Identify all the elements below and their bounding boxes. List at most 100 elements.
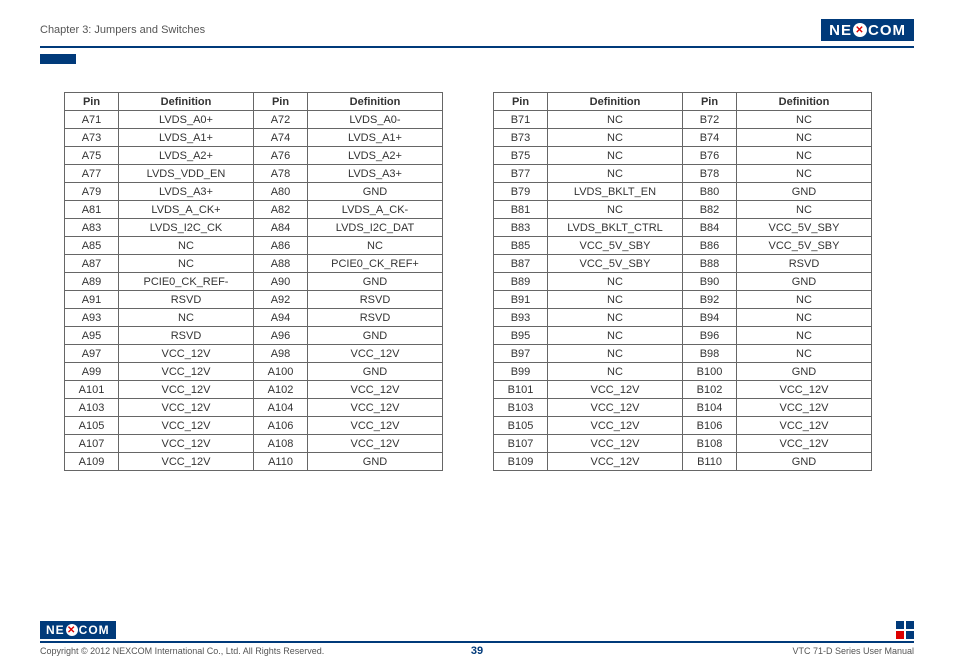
def-cell: NC (119, 309, 254, 327)
page-number: 39 (471, 645, 483, 657)
pin-cell: A82 (254, 201, 308, 219)
def-cell: LVDS_I2C_CK (119, 219, 254, 237)
pin-cell: B78 (683, 165, 737, 183)
th-pin: Pin (254, 93, 308, 111)
def-cell: NC (737, 291, 872, 309)
table-row: A97VCC_12VA98VCC_12V (65, 345, 443, 363)
pin-cell: A105 (65, 417, 119, 435)
table-header-row: Pin Definition Pin Definition (65, 93, 443, 111)
def-cell: VCC_12V (737, 435, 872, 453)
pin-cell: B107 (494, 435, 548, 453)
def-cell: LVDS_A3+ (119, 183, 254, 201)
th-pin: Pin (65, 93, 119, 111)
pin-cell: B98 (683, 345, 737, 363)
header-stub (40, 54, 76, 64)
pin-cell: B108 (683, 435, 737, 453)
def-cell: NC (548, 363, 683, 381)
pin-cell: B110 (683, 453, 737, 471)
def-cell: VCC_12V (119, 381, 254, 399)
def-cell: NC (737, 165, 872, 183)
pin-cell: A84 (254, 219, 308, 237)
table-row: B83LVDS_BKLT_CTRLB84VCC_5V_SBY (494, 219, 872, 237)
brand-logo: NE COM (821, 19, 914, 41)
table-row: A99VCC_12VA100GND (65, 363, 443, 381)
def-cell: PCIE0_CK_REF- (119, 273, 254, 291)
def-cell: LVDS_BKLT_CTRL (548, 219, 683, 237)
pin-cell: B100 (683, 363, 737, 381)
pin-cell: B97 (494, 345, 548, 363)
def-cell: LVDS_A2+ (119, 147, 254, 165)
table-row: A107VCC_12VA108VCC_12V (65, 435, 443, 453)
table-row: B99NCB100GND (494, 363, 872, 381)
pin-cell: A83 (65, 219, 119, 237)
pin-cell: A76 (254, 147, 308, 165)
def-cell: GND (308, 363, 443, 381)
table-row: A109VCC_12VA110GND (65, 453, 443, 471)
def-cell: LVDS_A1+ (308, 129, 443, 147)
pin-cell: A109 (65, 453, 119, 471)
pin-cell: A75 (65, 147, 119, 165)
pin-cell: B99 (494, 363, 548, 381)
table-row: B105VCC_12VB106VCC_12V (494, 417, 872, 435)
pin-cell: B85 (494, 237, 548, 255)
pin-cell: A72 (254, 111, 308, 129)
tables-container: Pin Definition Pin Definition A71LVDS_A0… (40, 92, 914, 471)
pin-cell: A96 (254, 327, 308, 345)
pin-cell: A90 (254, 273, 308, 291)
header-rule (40, 46, 914, 48)
def-cell: VCC_12V (119, 363, 254, 381)
table-row: B75NCB76NC (494, 147, 872, 165)
pin-cell: B89 (494, 273, 548, 291)
table-row: B93NCB94NC (494, 309, 872, 327)
def-cell: NC (548, 165, 683, 183)
table-row: A89PCIE0_CK_REF-A90GND (65, 273, 443, 291)
table-row: B81NCB82NC (494, 201, 872, 219)
pin-cell: B86 (683, 237, 737, 255)
def-cell: RSVD (119, 291, 254, 309)
table-row: B73NCB74NC (494, 129, 872, 147)
pin-cell: A104 (254, 399, 308, 417)
table-row: B87VCC_5V_SBYB88RSVD (494, 255, 872, 273)
table-row: B101VCC_12VB102VCC_12V (494, 381, 872, 399)
pin-cell: B74 (683, 129, 737, 147)
pin-cell: B76 (683, 147, 737, 165)
def-cell: NC (548, 201, 683, 219)
pin-cell: A80 (254, 183, 308, 201)
def-cell: NC (737, 129, 872, 147)
def-cell: NC (737, 309, 872, 327)
def-cell: VCC_12V (548, 453, 683, 471)
pin-cell: B93 (494, 309, 548, 327)
def-cell: VCC_12V (548, 399, 683, 417)
pin-cell: A88 (254, 255, 308, 273)
def-cell: VCC_12V (737, 399, 872, 417)
table-row: B77NCB78NC (494, 165, 872, 183)
table-row: A103VCC_12VA104VCC_12V (65, 399, 443, 417)
pin-cell: B79 (494, 183, 548, 201)
def-cell: NC (548, 309, 683, 327)
def-cell: VCC_12V (737, 381, 872, 399)
pin-cell: B95 (494, 327, 548, 345)
def-cell: VCC_12V (737, 417, 872, 435)
th-def: Definition (737, 93, 872, 111)
def-cell: PCIE0_CK_REF+ (308, 255, 443, 273)
table-row: B71NCB72NC (494, 111, 872, 129)
def-cell: LVDS_A0- (308, 111, 443, 129)
pin-table-b: Pin Definition Pin Definition B71NCB72NC… (493, 92, 872, 471)
table-row: A83LVDS_I2C_CKA84LVDS_I2C_DAT (65, 219, 443, 237)
pin-cell: A87 (65, 255, 119, 273)
table-row: B79LVDS_BKLT_ENB80GND (494, 183, 872, 201)
footer-dots-icon (896, 621, 914, 639)
def-cell: VCC_12V (119, 399, 254, 417)
pin-cell: B101 (494, 381, 548, 399)
th-def: Definition (119, 93, 254, 111)
def-cell: NC (737, 201, 872, 219)
def-cell: LVDS_A2+ (308, 147, 443, 165)
def-cell: GND (737, 453, 872, 471)
def-cell: GND (737, 183, 872, 201)
def-cell: VCC_12V (119, 435, 254, 453)
pin-cell: B77 (494, 165, 548, 183)
pin-cell: A101 (65, 381, 119, 399)
def-cell: GND (308, 183, 443, 201)
brand-left: NE (829, 22, 852, 39)
table-row: B97NCB98NC (494, 345, 872, 363)
